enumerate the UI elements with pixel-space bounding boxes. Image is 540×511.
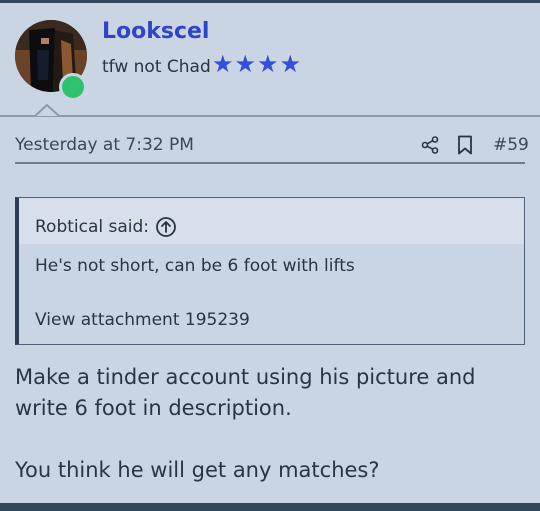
quote-body: He's not short, can be 6 foot with lifts…	[19, 244, 524, 332]
star-icon: ★	[279, 50, 302, 78]
post-date[interactable]: Yesterday at 7:32 PM	[15, 135, 194, 155]
divider-arrow-icon	[35, 104, 59, 117]
bottom-border	[0, 503, 540, 511]
share-icon[interactable]	[421, 136, 439, 154]
quote-author: Robtical said:	[35, 217, 150, 237]
arrow-up-circle-icon[interactable]	[155, 216, 177, 238]
online-status-dot	[59, 73, 87, 101]
star-icon: ★	[257, 50, 279, 78]
post-number[interactable]: #59	[493, 135, 529, 155]
quote-text: He's not short, can be 6 foot with lifts	[35, 256, 355, 276]
meta-underline	[15, 162, 525, 164]
quote-header: Robtical said:	[19, 198, 524, 244]
rating-stars: ★ ★ ★ ★	[212, 52, 301, 76]
user-divider	[0, 115, 540, 117]
quote-block: Robtical said: He's not short, can be 6 …	[15, 197, 525, 345]
star-icon: ★	[234, 50, 257, 78]
user-block: Lookscel tfw not Chad ★ ★ ★ ★	[0, 3, 540, 115]
message-paragraph: You think he will get any matches?	[15, 458, 380, 482]
bookmark-icon[interactable]	[457, 135, 473, 155]
message-body: Make a tinder account using his picture …	[15, 362, 530, 486]
user-title: tfw not Chad	[102, 57, 211, 77]
attachment-link[interactable]: View attachment 195239	[35, 308, 524, 332]
star-icon: ★	[212, 50, 234, 78]
message-paragraph: Make a tinder account using his picture …	[15, 365, 476, 420]
username[interactable]: Lookscel	[102, 19, 209, 44]
post-meta-bar: Yesterday at 7:32 PM #59	[15, 133, 529, 163]
